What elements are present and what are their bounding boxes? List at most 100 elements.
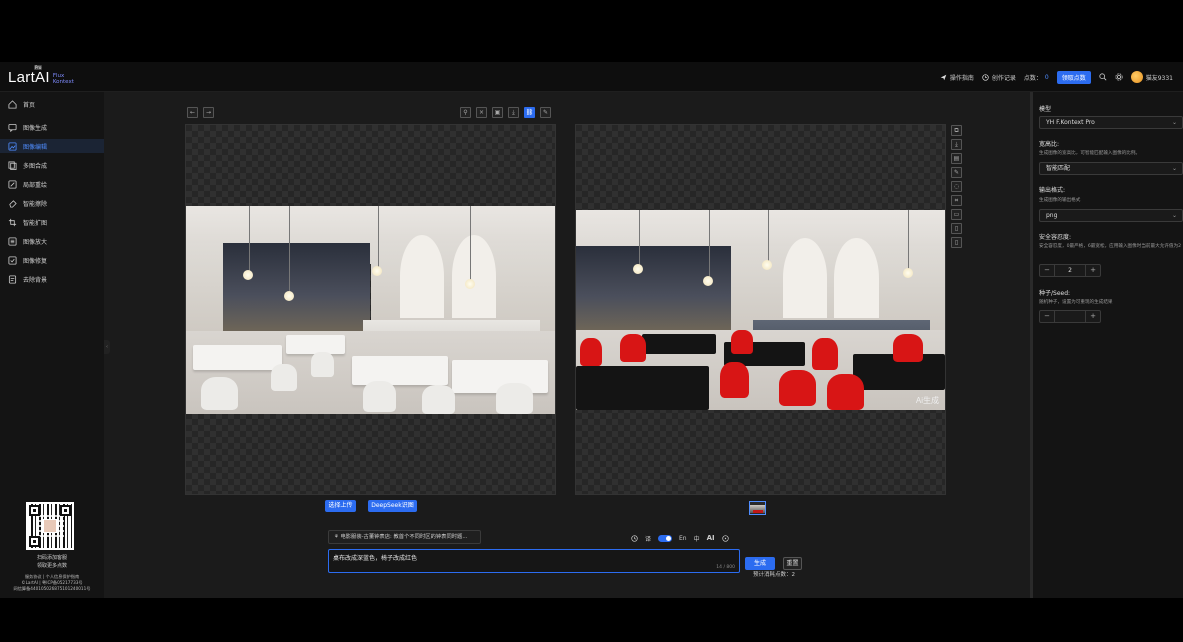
prompt-input[interactable]: 桌布改成深蓝色，椅子改成红色 14 / 800	[328, 549, 740, 573]
help-icon[interactable]	[722, 534, 729, 542]
edit-tool[interactable]: ✎	[951, 167, 962, 178]
scene-arch	[834, 238, 879, 318]
history-label: 创作记录	[991, 74, 1016, 82]
top-header: LartAI Pro Flux Kontext 操作指南 创作记录 点数： 0 领…	[0, 62, 1183, 92]
seed-value[interactable]	[1054, 311, 1086, 322]
qr-finder	[29, 536, 40, 547]
search-icon[interactable]	[1099, 73, 1107, 81]
user-menu[interactable]: 猫友9331	[1130, 71, 1173, 83]
increment-button[interactable]: +	[1086, 265, 1100, 276]
decrement-button[interactable]: −	[1040, 265, 1054, 276]
prompt-suggestion[interactable]: ⚘ 电影服装-古董钟表店: 教首个不同时区的钟表同时题...	[328, 530, 481, 544]
sidebar-item-multi-compose[interactable]: 多图合成	[0, 158, 104, 172]
layers-icon	[8, 160, 17, 170]
save-button[interactable]: ▣	[492, 107, 503, 118]
chair	[311, 351, 334, 377]
chair	[893, 334, 923, 362]
lang-zh-button[interactable]: 中	[694, 534, 700, 543]
chevron-left-icon: ‹	[106, 344, 108, 350]
sidebar-item-upscale[interactable]: 图像放大	[0, 234, 104, 248]
sidebar-item-label: 图像放大	[23, 238, 48, 246]
seed-stepper[interactable]: − +	[1039, 310, 1101, 323]
logo[interactable]: LartAI Pro Flux Kontext	[8, 65, 74, 87]
input-image-panel[interactable]	[185, 124, 556, 495]
sidebar-collapse-button[interactable]: ‹	[104, 340, 110, 354]
edit-icon: ✎	[953, 169, 960, 176]
safety-value[interactable]: 2	[1054, 265, 1086, 276]
pendant-lamp	[902, 268, 913, 278]
chair	[730, 330, 754, 354]
guide-link[interactable]: 操作指南	[940, 73, 974, 82]
format-value: png	[1046, 212, 1058, 219]
deepseek-button[interactable]: DeepSeek识图	[368, 500, 417, 512]
download-button[interactable]: ⤓	[508, 107, 519, 118]
sidebar-item-image-generate[interactable]: 图像生成	[0, 120, 104, 134]
pendant-lamp	[464, 278, 475, 289]
scene-arch	[782, 238, 827, 318]
claim-points-button[interactable]: 领取点数	[1056, 70, 1091, 84]
sidebar: 首页 图像生成 图像编辑 多图合成 局部重绘 智能擦除 智能扩图 图像放大 图像…	[0, 92, 104, 598]
generate-button[interactable]: 生成	[745, 557, 775, 570]
decrement-button[interactable]: −	[1040, 311, 1054, 322]
sidebar-item-outpaint[interactable]: 智能扩图	[0, 215, 104, 229]
lamp-cord	[248, 206, 250, 273]
ai-button[interactable]: AI	[707, 534, 715, 542]
model-label: 模型	[1039, 106, 1052, 113]
translate-toggle[interactable]	[658, 534, 673, 542]
output-image-panel[interactable]: Ai生成	[575, 124, 946, 495]
sidebar-item-label: 图像修复	[23, 257, 48, 265]
sidebar-item-label: 图像生成	[23, 124, 48, 132]
copy-tool[interactable]: ⧉	[951, 125, 962, 136]
save-icon: ▣	[494, 109, 501, 116]
redo-button[interactable]: →	[203, 107, 214, 118]
model-select[interactable]: YH F.Kontext Pro ⌄	[1039, 116, 1183, 129]
lamp-cord	[708, 210, 710, 278]
increment-button[interactable]: +	[1086, 311, 1100, 322]
sidebar-item-image-edit[interactable]: 图像编辑	[0, 139, 104, 153]
pin-button[interactable]: ⚲	[460, 107, 471, 118]
reset-button[interactable]: 重置	[783, 557, 802, 570]
format-select[interactable]: png ⌄	[1039, 209, 1183, 222]
upscale-tool[interactable]: ▭	[951, 209, 962, 220]
remove-bg-tool[interactable]: ▯	[951, 237, 962, 248]
clear-button[interactable]: ×	[476, 107, 487, 118]
repair-tool[interactable]: ▯	[951, 223, 962, 234]
upload-button[interactable]: 选择上传	[325, 500, 356, 512]
table	[642, 334, 717, 354]
sidebar-item-label: 智能扩图	[23, 219, 48, 227]
footer-record: 网信算备440105026875101240011号	[13, 586, 91, 591]
safety-stepper[interactable]: − 2 +	[1039, 264, 1101, 277]
result-thumbnail[interactable]	[749, 501, 766, 515]
ai-watermark: Ai生成	[915, 396, 939, 405]
sidebar-item-label: 首页	[23, 101, 36, 109]
arrow-left-icon: ←	[189, 109, 196, 116]
erase-tool[interactable]: ◌	[951, 181, 962, 192]
brush-tool-button[interactable]: ✎	[540, 107, 551, 118]
link-button[interactable]: ⛓	[524, 107, 535, 118]
header-actions: 操作指南 创作记录 点数： 0 领取点数 猫友9331	[940, 62, 1173, 92]
sidebar-item-label: 图像编辑	[23, 143, 48, 151]
sidebar-item-erase[interactable]: 智能擦除	[0, 196, 104, 210]
history-link[interactable]: 创作记录	[982, 73, 1016, 82]
scene-window	[222, 243, 371, 331]
compare-tool[interactable]: ▤	[951, 153, 962, 164]
download-icon: ⤓	[512, 109, 515, 116]
expand-tool[interactable]: ⌗	[951, 195, 962, 206]
sidebar-item-remove-bg[interactable]: 去除背景	[0, 272, 104, 286]
chevron-down-icon: ⌄	[1171, 165, 1177, 172]
sidebar-item-repair[interactable]: 图像修复	[0, 253, 104, 267]
sidebar-item-home[interactable]: 首页	[0, 97, 104, 111]
ratio-value: 智能匹配	[1046, 165, 1071, 172]
ratio-select[interactable]: 智能匹配 ⌄	[1039, 162, 1183, 175]
chair	[579, 338, 602, 366]
lamp-cord	[377, 206, 379, 269]
lamp-cord	[289, 206, 291, 294]
download-tool[interactable]: ⤓	[951, 139, 962, 150]
history-icon[interactable]	[631, 534, 638, 542]
footer-links[interactable]: 服务协议 | 个人信息保护指南	[0, 574, 104, 580]
zoom-icon: ▭	[953, 211, 960, 218]
lang-en-button[interactable]: En	[679, 535, 687, 542]
undo-button[interactable]: ←	[187, 107, 198, 118]
settings-icon[interactable]	[1115, 73, 1123, 81]
sidebar-item-inpaint[interactable]: 局部重绘	[0, 177, 104, 191]
